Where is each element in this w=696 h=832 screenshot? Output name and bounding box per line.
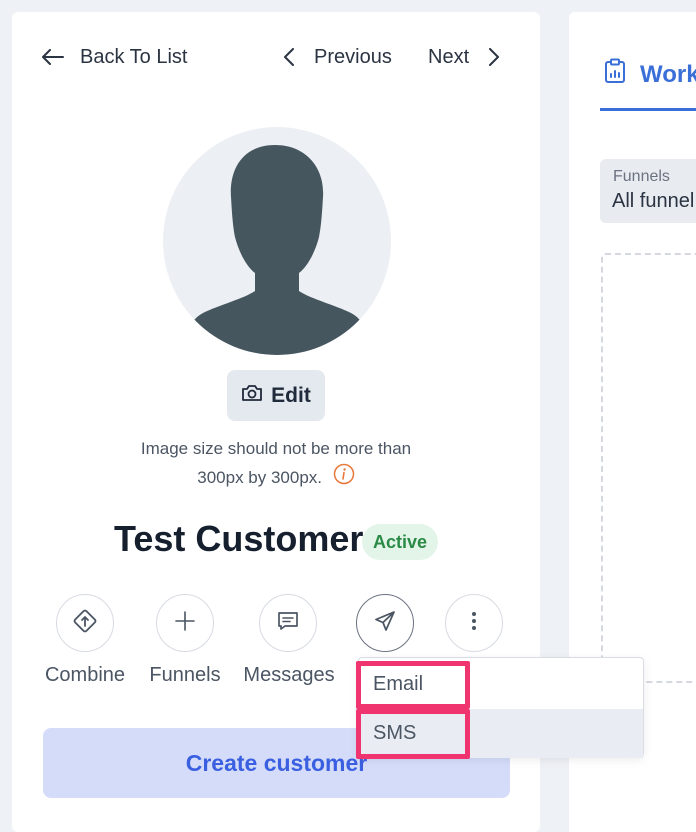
camera-icon (241, 384, 263, 408)
send-menu: Email SMS (358, 657, 644, 758)
clipboard-chart-icon (604, 58, 626, 91)
edit-photo-button[interactable]: Edit (227, 370, 325, 421)
edit-label: Edit (271, 383, 311, 407)
send-icon (374, 610, 396, 637)
drop-zone (601, 253, 696, 683)
send-menu-item-email[interactable]: Email (359, 660, 643, 709)
back-to-list-link[interactable]: Back To List (42, 42, 187, 72)
funnels-select[interactable]: Funnels All funnel (600, 159, 696, 223)
next-label: Next (428, 45, 470, 68)
messages-button[interactable] (259, 594, 317, 652)
info-icon[interactable] (333, 463, 355, 494)
image-size-hint-line1: Image size should not be more than (140, 439, 412, 458)
tab-work-label: Work (640, 60, 696, 88)
active-tab-indicator (600, 108, 696, 111)
more-actions-button[interactable] (445, 594, 503, 652)
arrow-left-icon (42, 49, 64, 65)
funnels-label: Funnels (149, 664, 221, 686)
tab-work[interactable]: Work (604, 58, 696, 91)
image-size-hint-line2: 300px by 300px. (100, 463, 452, 494)
person-silhouette-icon (185, 145, 369, 355)
customer-name: Test Customer (114, 518, 364, 559)
combine-label: Combine (44, 664, 126, 686)
chevron-left-icon (284, 48, 294, 66)
avatar (163, 127, 391, 355)
messages-label: Messages (243, 664, 335, 686)
more-vertical-icon (471, 610, 477, 637)
funnels-select-value: All funnel (612, 190, 695, 212)
combine-button[interactable] (56, 594, 114, 652)
message-icon (276, 609, 300, 638)
add-funnel-button[interactable] (156, 594, 214, 652)
send-button[interactable] (356, 594, 414, 652)
chevron-right-icon (489, 48, 500, 66)
previous-label: Previous (314, 45, 392, 68)
combine-icon (72, 608, 98, 639)
send-menu-item-email-label: Email (373, 673, 424, 695)
send-menu-item-sms[interactable]: SMS (359, 709, 643, 758)
status-badge: Active (362, 524, 438, 560)
next-button[interactable]: Next (428, 42, 500, 72)
plus-icon (174, 610, 196, 637)
send-menu-item-sms-label: SMS (373, 722, 417, 744)
funnels-select-label: Funnels (613, 168, 670, 185)
back-to-list-label: Back To List (80, 45, 188, 68)
image-size-hint-text: 300px by 300px. (197, 468, 323, 487)
previous-button[interactable]: Previous (284, 42, 392, 72)
